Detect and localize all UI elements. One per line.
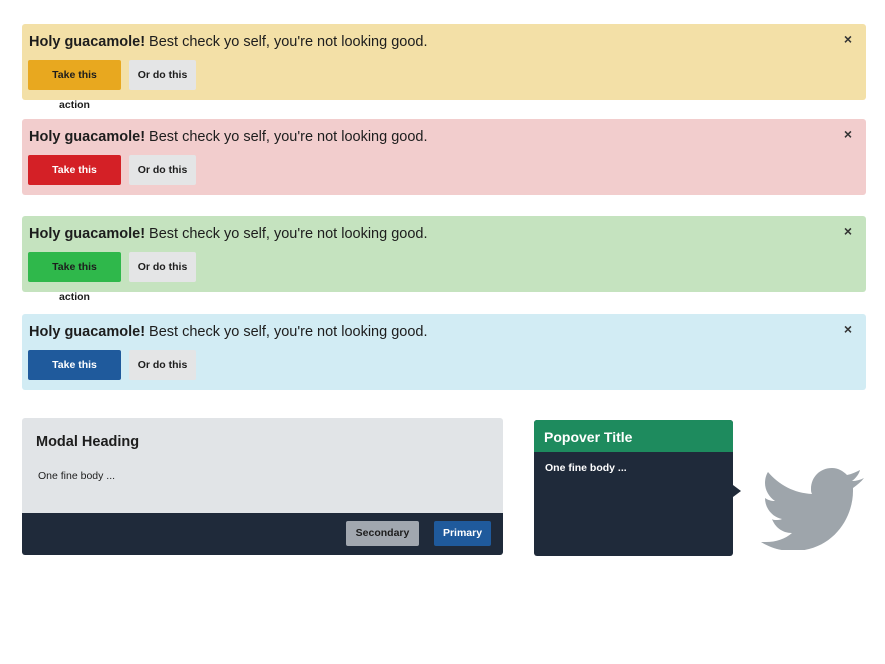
close-icon[interactable]: ×	[844, 321, 852, 337]
alert-danger: Holy guacamole! Best check yo self, you'…	[22, 119, 866, 206]
or-do-this-button[interactable]: Or do this	[129, 60, 196, 90]
alert-success: Holy guacamole! Best check yo self, you'…	[22, 216, 866, 303]
modal-heading: Modal Heading	[36, 434, 140, 450]
alert-warning: Holy guacamole! Best check yo self, you'…	[22, 24, 866, 111]
or-do-this-button[interactable]: Or do this	[129, 155, 196, 185]
alert-message: Holy guacamole! Best check yo self, you'…	[29, 129, 428, 145]
popover-arrow	[733, 485, 741, 497]
take-action-button[interactable]: Take this action	[28, 252, 121, 303]
popover-title: Popover Title	[534, 420, 733, 452]
close-icon[interactable]: ×	[844, 223, 852, 239]
alert-message: Holy guacamole! Best check yo self, you'…	[29, 324, 428, 340]
twitter-bird-icon	[761, 468, 864, 550]
alert-message: Holy guacamole! Best check yo self, you'…	[29, 226, 428, 242]
modal-dialog: Modal Heading One fine body ... Secondar…	[22, 418, 503, 555]
close-icon[interactable]: ×	[844, 31, 852, 47]
alert-message: Holy guacamole! Best check yo self, you'…	[29, 34, 428, 50]
close-icon[interactable]: ×	[844, 126, 852, 142]
or-do-this-button[interactable]: Or do this	[129, 252, 196, 282]
popover: Popover Title One fine body ...	[534, 420, 741, 556]
take-action-button[interactable]: Take this action	[28, 60, 121, 111]
secondary-button[interactable]: Secondary	[346, 521, 419, 546]
take-action-button[interactable]: Take this action	[28, 350, 121, 401]
take-action-button[interactable]: Take this action	[28, 155, 121, 206]
popover-body: One fine body ...	[545, 462, 627, 474]
or-do-this-button[interactable]: Or do this	[129, 350, 196, 380]
alert-info: Holy guacamole! Best check yo self, you'…	[22, 314, 866, 401]
modal-body: One fine body ...	[38, 470, 116, 482]
primary-button[interactable]: Primary	[434, 521, 491, 546]
modal-footer: Secondary Primary	[22, 513, 503, 555]
